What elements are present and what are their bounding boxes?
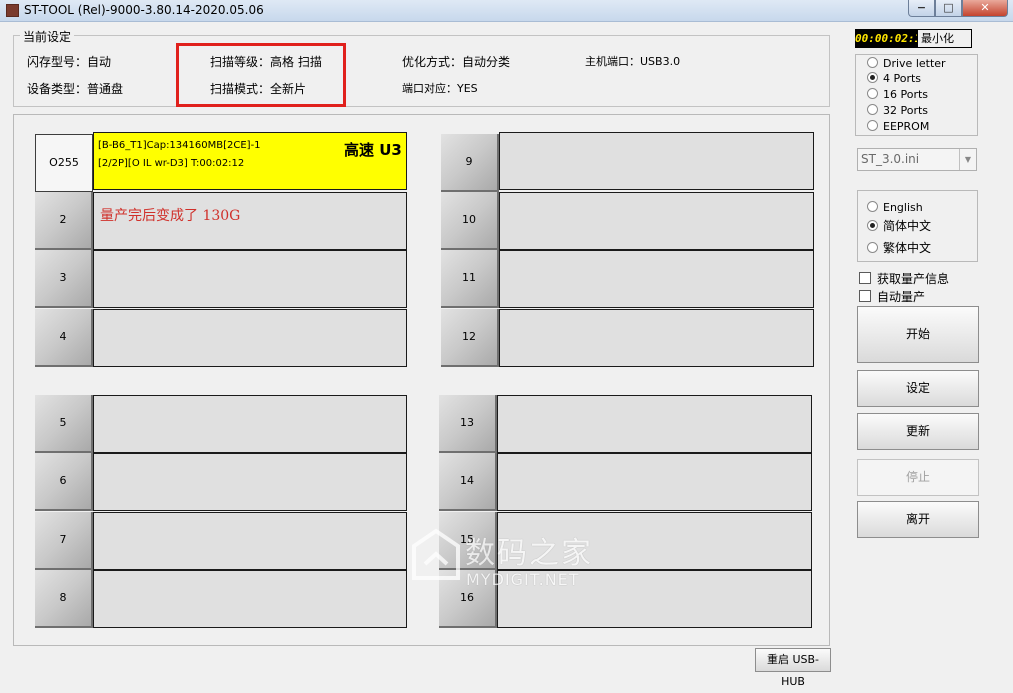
minimize-icon: −: [916, 1, 927, 14]
maximize-icon: □: [943, 1, 954, 14]
app-icon: [6, 4, 19, 17]
port-button[interactable]: 14: [439, 453, 497, 511]
port-speed-text: 高速 U3: [344, 141, 402, 159]
port-status-panel: [93, 453, 407, 511]
settings-button[interactable]: 设定: [857, 370, 979, 407]
port-status-panel: [497, 453, 812, 511]
port-button[interactable]: 3: [35, 250, 93, 308]
port-status-panel: [93, 512, 407, 570]
radio-eeprom[interactable]: EEPROM: [867, 119, 929, 134]
current-settings-group: [13, 35, 830, 107]
radio-circle-icon: [867, 120, 878, 131]
watermark-logo-icon: [412, 528, 460, 580]
ini-file-select[interactable]: ST_3.0.ini ▼: [857, 148, 977, 171]
flash-model-setting: 闪存型号：自动: [27, 55, 112, 69]
port-status-panel: [499, 192, 814, 250]
port-status-panel: [93, 250, 407, 308]
port-note-text: 量产完后变成了 130G: [100, 208, 241, 224]
exit-button[interactable]: 离开: [857, 501, 979, 538]
radio-circle-icon: [867, 242, 878, 253]
port-status-panel: [93, 570, 407, 628]
radio-16-ports[interactable]: 16 Ports: [867, 87, 928, 102]
radio-selected-icon: [867, 72, 878, 83]
reset-usb-hub-button[interactable]: 重启 USB-HUB: [755, 648, 831, 688]
close-icon: ✕: [980, 1, 990, 14]
radio-circle-icon: [867, 57, 878, 68]
port-button[interactable]: 5: [35, 395, 93, 453]
port-button[interactable]: 7: [35, 512, 93, 570]
port-progress-text: [2/2P][O IL wr-D3] T:00:02:12: [98, 158, 245, 169]
device-type-setting: 设备类型：普通盘: [27, 82, 124, 96]
port-button[interactable]: O255: [35, 134, 93, 192]
radio-4-ports[interactable]: 4 Ports: [867, 71, 921, 86]
radio-32-ports[interactable]: 32 Ports: [867, 103, 928, 118]
port-capacity-text: [B-B6_T1]Cap:134160MB[2CE]-1: [98, 140, 261, 151]
window-title: ST-TOOL (Rel)-9000-3.80.14-2020.05.06: [24, 3, 264, 17]
port-status-panel: [499, 309, 814, 367]
ini-file-value: ST_3.0.ini: [861, 152, 920, 166]
optimize-mode-setting: 优化方式：自动分类: [402, 55, 511, 69]
stop-button[interactable]: 停止: [857, 459, 979, 496]
port-button[interactable]: 13: [439, 395, 497, 453]
port-button[interactable]: 9: [441, 134, 499, 192]
radio-simplified-chinese[interactable]: 简体中文: [867, 218, 931, 235]
elapsed-timer: 00:00:02:1: [855, 29, 921, 48]
radio-drive-letter[interactable]: Drive letter: [867, 56, 946, 71]
watermark-text-cn: 数码之家: [465, 536, 593, 571]
port-status-panel: [93, 309, 407, 367]
port-button[interactable]: 8: [35, 570, 93, 628]
port-status-panel: [497, 395, 812, 453]
port-button[interactable]: 2: [35, 192, 93, 250]
get-info-checkbox[interactable]: 获取量产信息: [859, 270, 949, 287]
maximize-window-button[interactable]: □: [935, 0, 962, 17]
port-button[interactable]: 6: [35, 453, 93, 511]
port-button[interactable]: 4: [35, 309, 93, 367]
radio-circle-icon: [867, 104, 878, 115]
port-button[interactable]: 10: [441, 192, 499, 250]
minimize-to-tray-button[interactable]: 最小化: [917, 29, 972, 48]
host-port-setting: 主机端口：USB3.0: [585, 55, 681, 68]
current-settings-label: 当前设定: [20, 28, 75, 45]
port-status-panel: 量产完后变成了 130G: [93, 192, 407, 250]
watermark-text-en: MYDIGIT.NET: [466, 570, 580, 589]
port-status-panel: [499, 132, 814, 190]
checkbox-icon: [859, 272, 871, 284]
checkbox-icon: [859, 290, 871, 302]
radio-english[interactable]: English: [867, 199, 923, 216]
chevron-down-icon: ▼: [959, 149, 976, 170]
port-mapping-setting: 端口对应：YES: [402, 82, 478, 95]
port-status-panel: [B-B6_T1]Cap:134160MB[2CE]-1 [2/2P][O IL…: [93, 132, 407, 190]
port-status-panel: [499, 250, 814, 308]
port-button[interactable]: 12: [441, 309, 499, 367]
refresh-button[interactable]: 更新: [857, 413, 979, 450]
radio-selected-icon: [867, 220, 878, 231]
radio-circle-icon: [867, 88, 878, 99]
start-button[interactable]: 开始: [857, 306, 979, 363]
auto-production-checkbox[interactable]: 自动量产: [859, 288, 925, 305]
port-button[interactable]: 11: [441, 250, 499, 308]
radio-circle-icon: [867, 201, 878, 212]
port-status-panel: [93, 395, 407, 453]
minimize-window-button[interactable]: −: [908, 0, 935, 17]
close-window-button[interactable]: ✕: [962, 0, 1008, 17]
title-bar: ST-TOOL (Rel)-9000-3.80.14-2020.05.06 − …: [0, 0, 1013, 22]
highlight-annotation-box: [176, 43, 346, 107]
radio-traditional-chinese[interactable]: 繁体中文: [867, 240, 931, 257]
